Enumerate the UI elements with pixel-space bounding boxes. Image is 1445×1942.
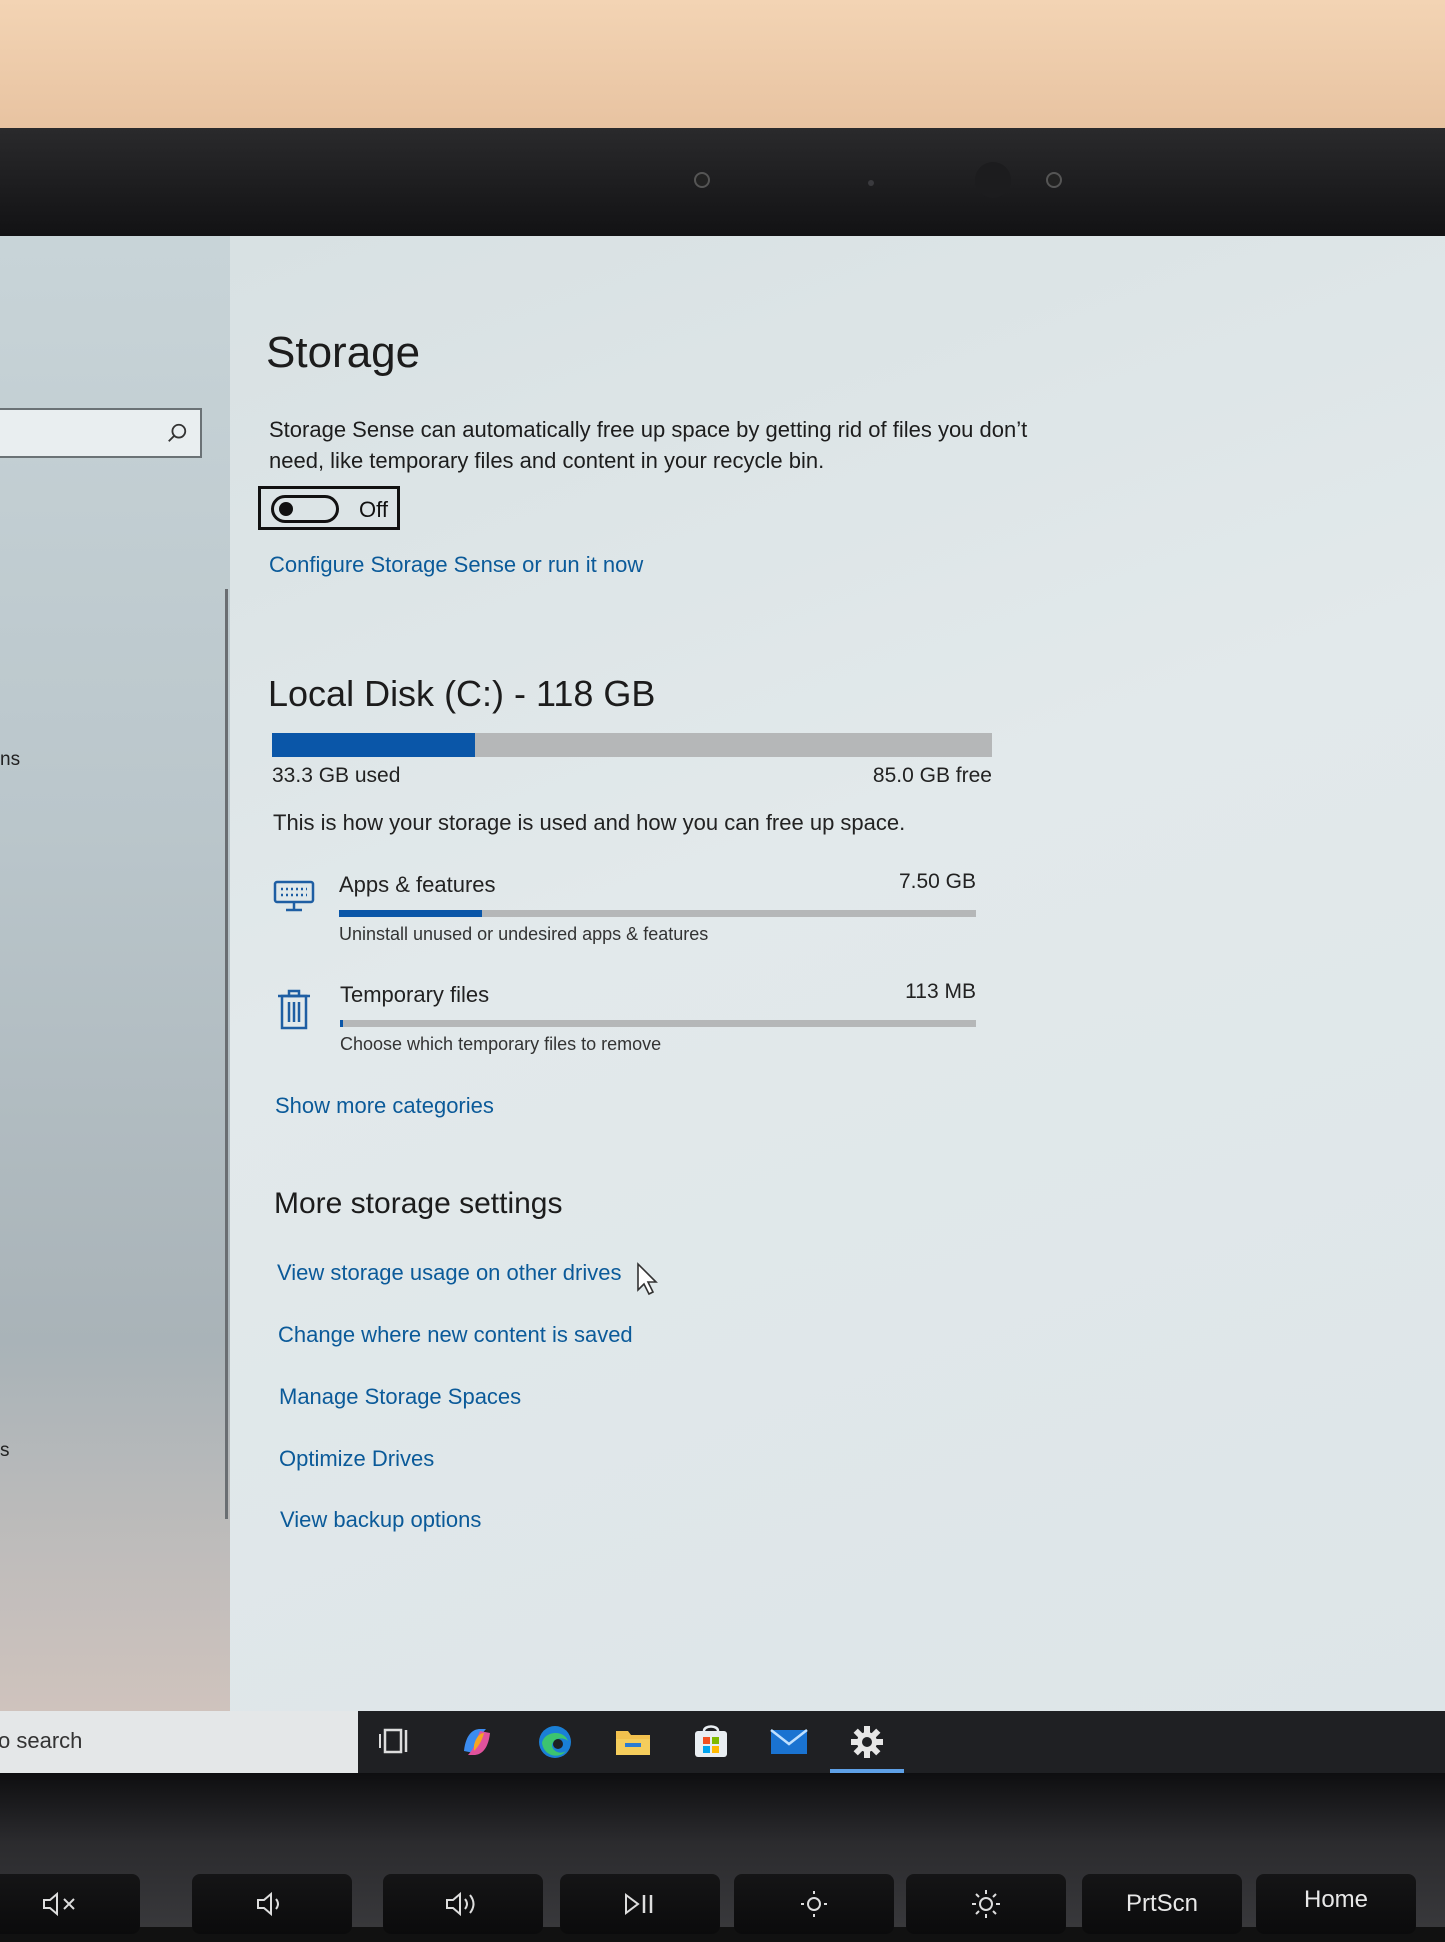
- usage-intro: This is how your storage is used and how…: [273, 810, 906, 835]
- keyboard-icon: [273, 880, 315, 912]
- category-size: 7.50 GB: [898, 870, 976, 893]
- mute-icon: [43, 1891, 75, 1917]
- device-bezel: [0, 128, 1445, 346]
- page-title: Storage: [266, 328, 421, 377]
- taskbar: o search: [0, 1711, 1445, 1773]
- taskbar-search-box[interactable]: o search: [0, 1711, 358, 1773]
- volume-up-icon: [446, 1891, 475, 1917]
- brightness-up-icon: [972, 1890, 1000, 1918]
- volume-up-key[interactable]: [383, 1874, 543, 1934]
- edge-icon[interactable]: [534, 1721, 576, 1763]
- category-usage-fill: [340, 1020, 343, 1027]
- store-icon[interactable]: [690, 1721, 732, 1763]
- show-more-categories-link[interactable]: Show more categories: [275, 1093, 494, 1119]
- mute-key[interactable]: [0, 1874, 140, 1934]
- play-pause-icon: [625, 1893, 653, 1915]
- storage-page: Storage Storage Sense can automatically …: [232, 236, 1445, 1711]
- trash-icon: [278, 989, 310, 1030]
- disk-title: Local Disk (C:) - 118 GB: [268, 673, 656, 714]
- category-usage-bar: [339, 910, 976, 917]
- sensor-dot: [868, 180, 874, 186]
- disk-usage-bar: [272, 733, 992, 757]
- manage-storage-spaces-link[interactable]: Manage Storage Spaces: [279, 1384, 521, 1410]
- category-subtitle: Uninstall unused or undesired apps & fea…: [339, 924, 709, 944]
- copilot-icon[interactable]: [456, 1721, 498, 1763]
- disk-used-label: 33.3 GB used: [272, 764, 401, 787]
- category-name: Temporary files: [340, 982, 490, 1007]
- category-size: 113 MB: [905, 980, 976, 1003]
- file-explorer-icon[interactable]: [612, 1721, 654, 1763]
- taskbar-search-text: o search: [0, 1728, 83, 1753]
- toggle-knob: [279, 502, 293, 516]
- sidebar-scrollbar[interactable]: [225, 589, 228, 1519]
- play-pause-key[interactable]: [560, 1874, 720, 1934]
- category-subtitle: Choose which temporary files to remove: [340, 1034, 662, 1054]
- sidebar-item-fragment[interactable]: ns: [0, 749, 20, 771]
- category-name: Apps & features: [339, 872, 496, 897]
- mail-icon[interactable]: [768, 1721, 810, 1763]
- sensor-dot: [1046, 172, 1062, 188]
- category-usage-fill: [339, 910, 483, 917]
- configure-storage-sense-link[interactable]: Configure Storage Sense or run it now: [269, 552, 643, 578]
- view-backup-options-link[interactable]: View backup options: [280, 1507, 481, 1533]
- more-storage-settings-heading: More storage settings: [274, 1187, 563, 1220]
- home-key[interactable]: Home: [1256, 1874, 1416, 1934]
- settings-icon[interactable]: [846, 1721, 888, 1763]
- sidebar-item-fragment[interactable]: s: [0, 1440, 10, 1462]
- search-icon: [168, 423, 187, 442]
- optimize-drives-link[interactable]: Optimize Drives: [279, 1446, 434, 1472]
- toggle-state-label: Off: [359, 497, 388, 522]
- prtscn-key[interactable]: PrtScn: [1082, 1874, 1242, 1934]
- task-view-icon[interactable]: [376, 1721, 418, 1763]
- volume-down-key[interactable]: [192, 1874, 352, 1934]
- volume-down-icon: [257, 1891, 279, 1917]
- view-storage-other-drives-link[interactable]: View storage usage on other drives: [277, 1260, 621, 1286]
- screen: ns t s Storage Storage Sense can automat…: [0, 236, 1445, 1711]
- toggle-switch[interactable]: [271, 495, 339, 523]
- sensor-dot: [694, 172, 710, 188]
- storage-sense-toggle[interactable]: Off: [258, 486, 400, 530]
- mouse-cursor-icon: [637, 1262, 658, 1296]
- sidebar-search-input[interactable]: [0, 408, 202, 458]
- settings-sidebar: ns t s: [0, 236, 230, 1711]
- brightness-up-key[interactable]: [906, 1874, 1066, 1934]
- disk-usage-fill: [272, 733, 476, 757]
- category-usage-bar: [340, 1020, 976, 1027]
- change-new-content-location-link[interactable]: Change where new content is saved: [278, 1322, 633, 1348]
- camera-lens: [975, 162, 1011, 198]
- brightness-down-key[interactable]: [734, 1874, 894, 1934]
- background-wall: [0, 0, 1445, 135]
- storage-sense-description: Storage Sense can automatically free up …: [269, 417, 1028, 473]
- disk-free-label: 85.0 GB free: [872, 764, 992, 787]
- keyboard: PrtScn Home: [0, 1773, 1445, 1934]
- brightness-down-icon: [801, 1891, 827, 1917]
